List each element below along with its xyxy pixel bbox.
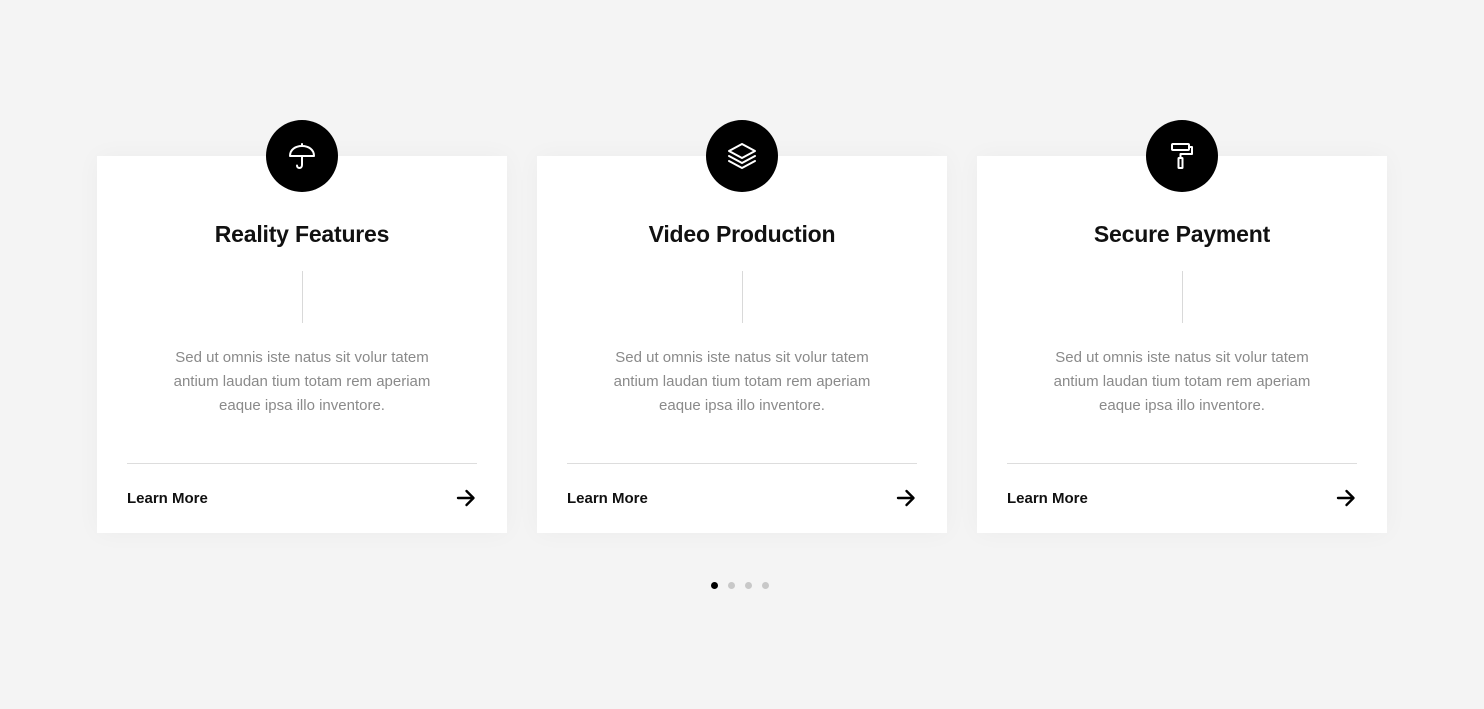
learn-more-link[interactable]: Learn More [567, 486, 917, 510]
arrow-right-icon[interactable] [455, 487, 477, 509]
card-description: Sed ut omnis iste natus sit volur tatem … [613, 349, 871, 414]
card-icon-badge [1146, 120, 1218, 192]
carousel-pagination [711, 582, 769, 590]
feature-card: Reality Features Sed ut omnis iste natus… [97, 120, 507, 533]
pagination-dot-3[interactable] [745, 582, 752, 589]
horizontal-divider [1007, 463, 1357, 464]
pagination-dot-1[interactable] [711, 582, 718, 589]
pagination-dot-4[interactable] [762, 582, 769, 589]
feature-cards-section: Reality Features Sed ut omnis iste natus… [0, 0, 1484, 709]
card-description: Sed ut omnis iste natus sit volur tatem … [1053, 349, 1311, 414]
card-title: Video Production [648, 221, 836, 247]
vertical-divider [1182, 271, 1183, 323]
horizontal-divider [127, 463, 477, 464]
layers-icon [725, 139, 759, 173]
vertical-divider [302, 271, 303, 323]
horizontal-divider [567, 463, 917, 464]
learn-more-label[interactable]: Learn More [567, 490, 648, 507]
card-icon-badge [266, 120, 338, 192]
card-icon-badge [706, 120, 778, 192]
arrow-right-icon[interactable] [895, 487, 917, 509]
feature-card: Secure Payment Sed ut omnis iste natus s… [977, 120, 1387, 533]
pagination-dot-2[interactable] [728, 582, 735, 589]
vertical-divider [742, 271, 743, 323]
learn-more-link[interactable]: Learn More [127, 486, 477, 510]
arrow-right-icon[interactable] [1335, 487, 1357, 509]
card-title: Reality Features [214, 221, 390, 247]
card-description: Sed ut omnis iste natus sit volur tatem … [173, 349, 431, 414]
learn-more-label[interactable]: Learn More [1007, 490, 1088, 507]
card-title: Secure Payment [1093, 221, 1271, 247]
umbrella-icon [285, 139, 319, 173]
feature-card: Video Production Sed ut omnis iste natus… [537, 120, 947, 533]
learn-more-label[interactable]: Learn More [127, 490, 208, 507]
learn-more-link[interactable]: Learn More [1007, 486, 1357, 510]
paint-roller-icon [1165, 139, 1199, 173]
